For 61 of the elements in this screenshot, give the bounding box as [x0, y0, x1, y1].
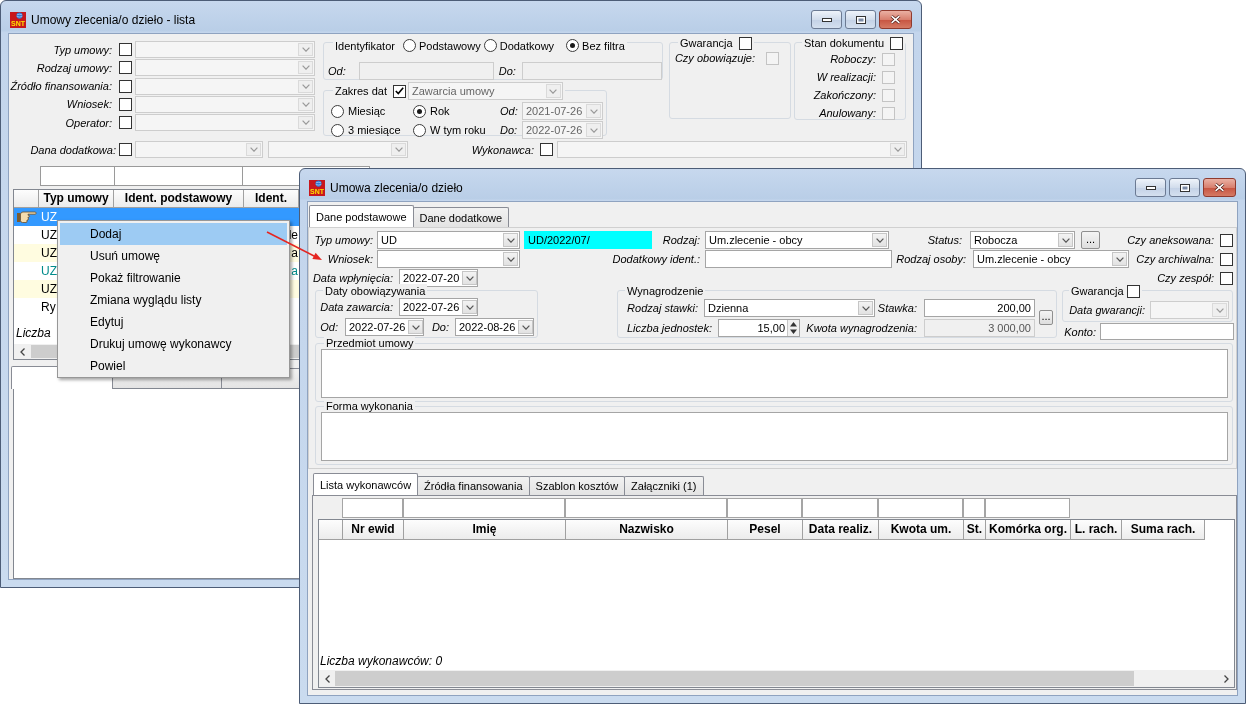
group-label: Wynagrodzenie	[627, 284, 704, 298]
field-label: Dana dodatkowa:	[30, 142, 116, 157]
field-label: Od:	[328, 64, 346, 78]
field-label: Stawka:	[877, 301, 917, 315]
field-label: Rodzaj:	[662, 233, 700, 247]
cell-text: UZ	[41, 246, 57, 260]
radio-label: Rok	[430, 104, 450, 118]
cell-text: a	[291, 246, 298, 260]
field-label: Dodatkowy ident.:	[612, 252, 700, 266]
cell-text: UZ	[41, 210, 57, 224]
radio-label: Podstawowy	[418, 38, 481, 53]
field-label: Rodzaj osoby:	[896, 252, 966, 266]
field-label: Data wpłynięcia:	[312, 271, 393, 285]
field-label: Typ umowy:	[53, 42, 112, 57]
field-label: Wniosek:	[327, 252, 373, 266]
field-label: Do:	[498, 64, 516, 78]
field-label: Od:	[500, 104, 518, 118]
field-label: Wniosek:	[66, 97, 112, 112]
record-count: Liczba	[16, 326, 51, 340]
field-label: Do:	[431, 320, 449, 334]
radio-label: Dodatkowy	[499, 38, 555, 53]
field-label: Czy zespół:	[1157, 271, 1214, 285]
radio-label: Miesiąc	[348, 104, 386, 118]
field-label: Zakończony:	[813, 88, 876, 102]
field-label: Anulowany:	[819, 106, 876, 120]
field-label: Rodzaj umowy:	[36, 60, 112, 75]
field-label: Wykonawca:	[471, 142, 534, 157]
field-label: Od:	[320, 320, 338, 334]
field-label: Kwota wynagrodzenia:	[806, 321, 917, 335]
field-label: Rodzaj stawki:	[627, 301, 698, 315]
field-label: Operator:	[65, 115, 112, 130]
field-label: Data zawarcia:	[320, 300, 393, 314]
field-label: Data gwarancji:	[1069, 303, 1145, 317]
record-count: Liczba wykonawców: 0	[320, 654, 443, 668]
group-label: Identyfikator	[335, 38, 395, 53]
field-label: Roboczy:	[830, 52, 876, 66]
group-label: Stan dokumentu	[804, 36, 885, 50]
field-label: Status:	[927, 233, 962, 247]
field-label: W realizacji:	[816, 70, 876, 84]
cell-text: a	[291, 264, 298, 278]
radio-label: Bez filtra	[582, 38, 625, 53]
group-label: Zakres dat	[335, 84, 387, 98]
field-label: Czy obowiązuje:	[674, 51, 755, 65]
field-label: Do:	[500, 123, 518, 137]
radio-label: W tym roku	[430, 123, 486, 137]
group-label: Gwarancja	[1071, 284, 1124, 298]
window-title: Umowa zlecenia/o dzieło	[330, 180, 463, 195]
group-label: Forma wykonania	[326, 399, 413, 413]
radio-label: 3 miesiące	[348, 123, 401, 137]
window-title: Umowy zlecenia/o dzieło - lista	[31, 12, 196, 27]
field-label: Konto:	[1064, 324, 1096, 339]
group-label: Daty obowiązywania	[325, 284, 426, 298]
field-label: Czy archiwalna:	[1136, 252, 1214, 266]
cell-text: UZ	[41, 282, 57, 296]
field-label: Typ umowy:	[314, 233, 373, 247]
cell-text: UZ	[41, 264, 57, 278]
group-label: Przedmiot umowy	[326, 336, 414, 350]
group-label: Gwarancja	[680, 36, 733, 50]
field-label: Źródło finansowania:	[10, 79, 112, 94]
field-label: Liczba jednostek:	[627, 321, 712, 335]
field-label: Czy aneksowana:	[1127, 233, 1214, 247]
